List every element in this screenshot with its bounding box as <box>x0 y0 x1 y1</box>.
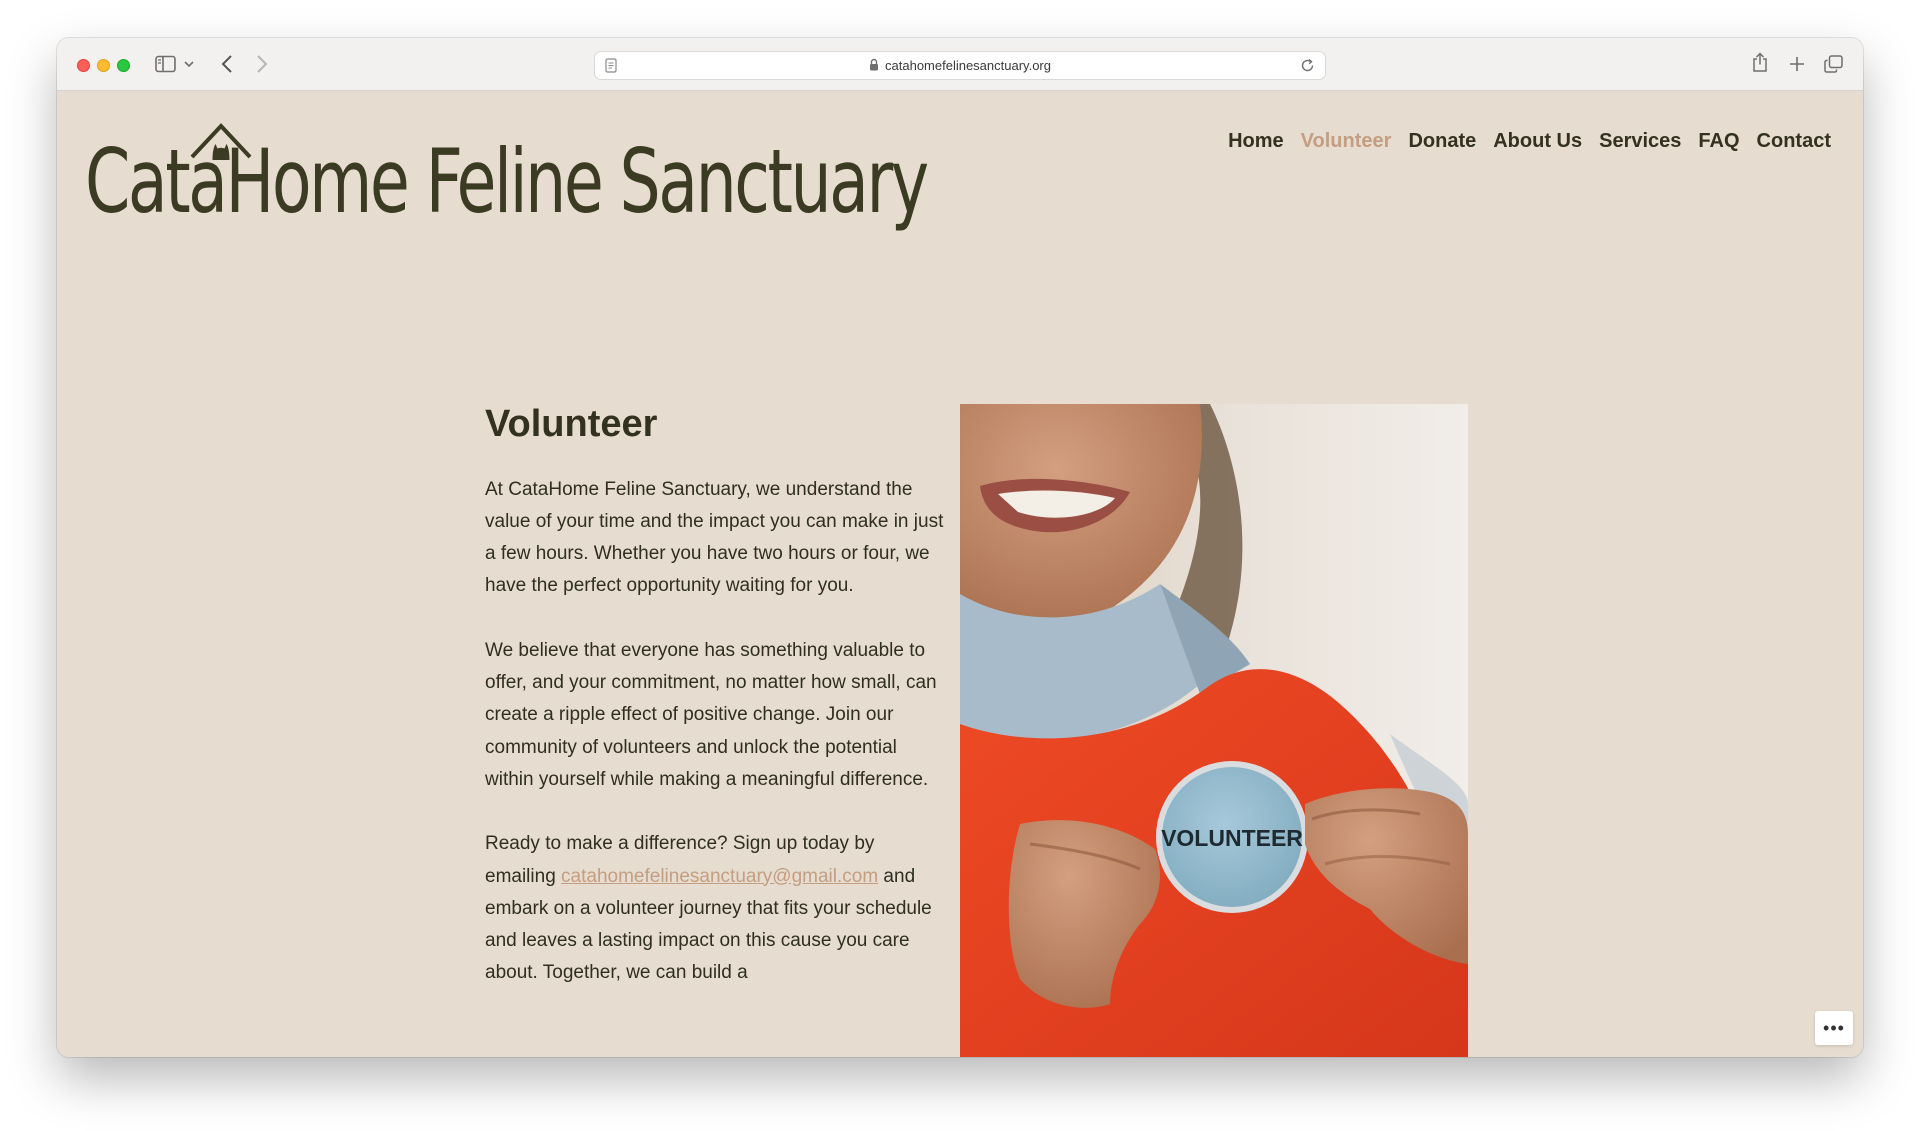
volunteer-photo: VOLUNTEER <box>960 404 1468 1057</box>
volunteer-content: Volunteer At CataHome Feline Sanctuary, … <box>485 402 945 1022</box>
reload-icon[interactable] <box>1300 58 1315 78</box>
email-link[interactable]: catahomefelinesanctuary@gmail.com <box>561 866 878 887</box>
paragraph-belief: We believe that everyone has something v… <box>485 639 937 790</box>
page-heading: Volunteer <box>485 403 658 445</box>
more-icon: ••• <box>1823 1018 1845 1038</box>
nav-donate[interactable]: Donate <box>1408 130 1476 153</box>
volunteer-photo-illustration: VOLUNTEER <box>960 404 1468 1057</box>
chevron-down-icon[interactable] <box>184 61 194 68</box>
close-window-button[interactable] <box>77 59 90 72</box>
more-options-button[interactable]: ••• <box>1815 1011 1853 1045</box>
web-page: CataHome Feline Sanctuary Home Volunteer… <box>57 92 1863 1057</box>
main-nav: Home Volunteer Donate About Us Services … <box>1228 130 1831 153</box>
nav-volunteer[interactable]: Volunteer <box>1301 130 1392 153</box>
nav-faq[interactable]: FAQ <box>1698 130 1739 153</box>
site-title: CataHome Feline Sanctuary <box>85 130 929 233</box>
nav-contact[interactable]: Contact <box>1757 130 1831 153</box>
browser-toolbar: catahomefelinesanctuary.org <box>57 38 1863 91</box>
sidebar-icon[interactable] <box>155 55 177 73</box>
paragraph-intro: At CataHome Feline Sanctuary, we underst… <box>485 478 944 597</box>
nav-services[interactable]: Services <box>1599 130 1681 153</box>
zoom-window-button[interactable] <box>117 59 130 72</box>
plus-icon[interactable] <box>1789 56 1805 72</box>
address-bar[interactable]: catahomefelinesanctuary.org <box>594 51 1326 80</box>
badge-text: VOLUNTEER <box>1161 825 1303 851</box>
url-text: catahomefelinesanctuary.org <box>885 58 1051 73</box>
nav-about-us[interactable]: About Us <box>1493 130 1582 153</box>
tabs-icon[interactable] <box>1824 55 1843 73</box>
chevron-left-icon[interactable] <box>221 54 233 74</box>
lock-icon <box>869 58 879 74</box>
nav-home[interactable]: Home <box>1228 130 1284 153</box>
minimize-window-button[interactable] <box>97 59 110 72</box>
browser-window: catahomefelinesanctuary.org CataHome Fel… <box>57 38 1863 1057</box>
site-logo[interactable]: CataHome Feline Sanctuary <box>85 120 929 260</box>
chevron-right-icon[interactable] <box>256 54 268 74</box>
share-icon[interactable] <box>1752 52 1768 73</box>
paragraph-signup: Ready to make a difference? Sign up toda… <box>485 828 945 989</box>
